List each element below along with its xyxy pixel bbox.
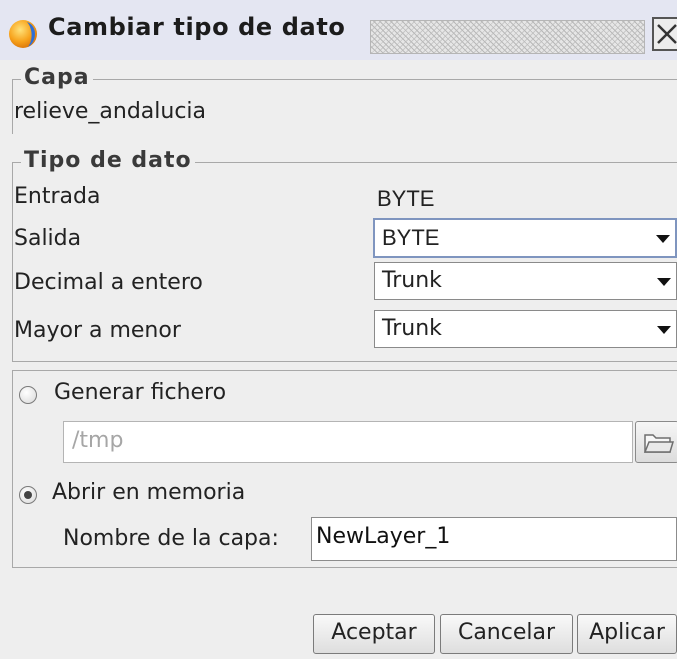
mayor-dropdown[interactable]: Trunk [374,310,677,348]
nombre-label: Nombre de la capa: [63,526,279,551]
memoria-radio[interactable] [19,486,37,504]
folder-icon [643,434,675,453]
aplicar-button[interactable]: Aplicar [577,614,677,654]
salida-label: Salida [14,226,82,251]
entrada-value: BYTE [377,186,435,211]
cancelar-button[interactable]: Cancelar [440,614,573,654]
capa-legend: Capa [21,65,93,90]
aceptar-button[interactable]: Aceptar [313,614,435,654]
path-field[interactable]: /tmp [63,421,633,463]
tipo-dato-legend: Tipo de dato [21,148,195,173]
window-title: Cambiar tipo de dato [48,13,346,41]
salida-selected: BYTE [382,225,440,250]
salida-dropdown[interactable]: BYTE [373,218,677,258]
nombre-field[interactable]: NewLayer_1 [311,517,677,561]
nombre-value: NewLayer_1 [316,524,451,549]
memoria-label[interactable]: Abrir en memoria [52,480,245,505]
mayor-label: Mayor a menor [14,318,181,343]
close-icon [657,24,677,44]
chevron-down-icon [657,278,671,286]
path-value: /tmp [72,428,124,453]
generar-label[interactable]: Generar fichero [54,380,226,405]
browse-button[interactable] [635,421,677,463]
mayor-selected: Trunk [382,316,442,341]
decimal-dropdown[interactable]: Trunk [374,262,677,300]
generar-radio[interactable] [19,386,37,404]
chevron-down-icon [657,326,671,334]
title-drag-area[interactable] [370,20,645,54]
title-bar[interactable]: Cambiar tipo de dato [0,0,677,60]
close-button[interactable] [652,17,677,51]
decimal-label: Decimal a entero [14,270,203,295]
radio-selected-dot [24,491,32,499]
chevron-down-icon [656,235,670,243]
decimal-selected: Trunk [382,268,442,293]
app-icon [9,20,37,48]
layer-name-label: relieve_andalucia [14,99,207,124]
entrada-label: Entrada [14,184,101,209]
